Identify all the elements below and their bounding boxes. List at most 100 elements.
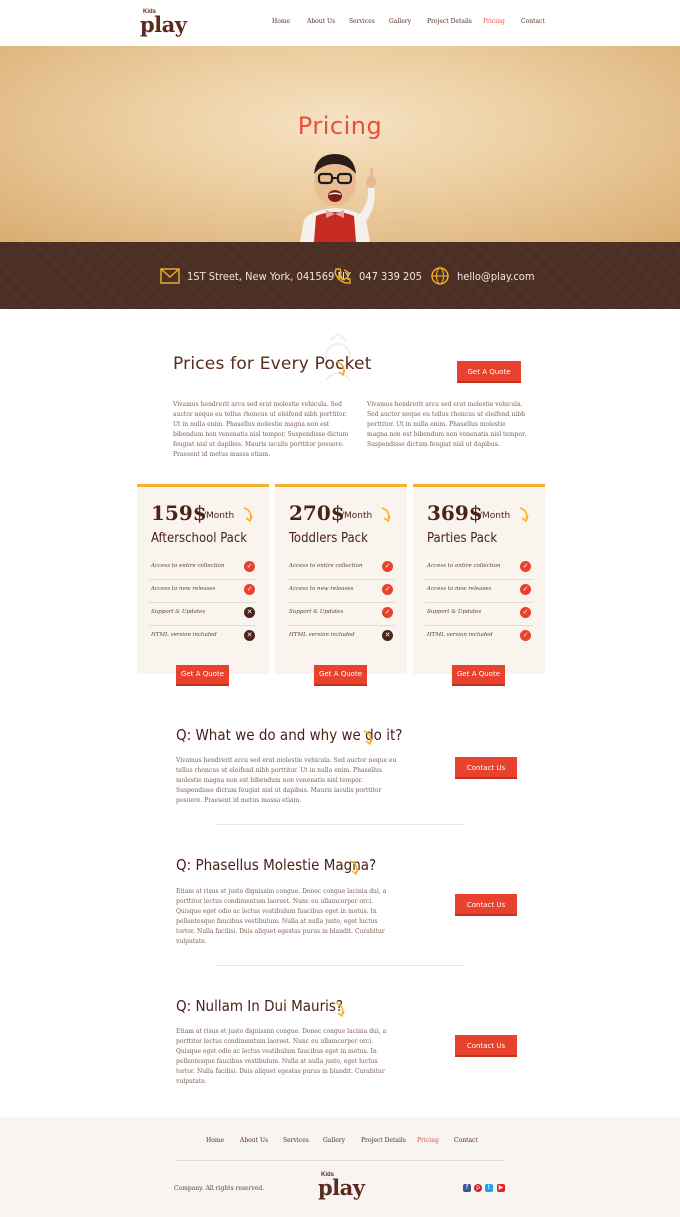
curved-arrow-icon [349, 860, 359, 876]
contact-us-button[interactable]: Contact Us [455, 1035, 517, 1057]
logo-word: play [318, 1175, 365, 1200]
phone-text: 047 339 205 [359, 269, 422, 283]
feature-label: Support & Updates [151, 609, 206, 615]
email-text: hello@play.com [457, 269, 535, 283]
divider [216, 965, 464, 966]
get-a-quote-button[interactable]: Get A Quote [314, 665, 367, 686]
feature-label: Access to new releases [427, 586, 492, 592]
hero-banner: Pricing [0, 46, 680, 242]
site-footer [0, 1117, 680, 1217]
pricing-card-toddlers: 270$ /Month Toddlers Pack Access to enti… [275, 484, 407, 686]
plan-name: Toddlers Pack [289, 531, 368, 546]
footer-divider [176, 1160, 504, 1161]
feature-label: HTML version included [151, 632, 217, 638]
nav-home[interactable]: Home [272, 18, 290, 25]
check-icon: ✓ [520, 630, 531, 641]
twitter-icon[interactable]: t [485, 1184, 493, 1192]
divider [216, 824, 464, 825]
get-a-quote-button[interactable]: Get A Quote [452, 665, 505, 686]
feature-row: HTML version included ✕ [287, 626, 395, 649]
footer-nav-project-details[interactable]: Project Details [361, 1137, 406, 1144]
nav-contact[interactable]: Contact [521, 18, 545, 25]
feature-row: HTML version included ✕ [149, 626, 257, 649]
curved-arrow-icon [335, 1002, 345, 1018]
copyright-text: Company. All rights reserved. [174, 1185, 265, 1192]
feature-row: Access to new releases ✓ [287, 580, 395, 603]
contact-email[interactable]: hello@play.com [430, 267, 534, 285]
plan-name: Afterschool Pack [151, 531, 248, 546]
plan-price: 270$ [289, 501, 345, 525]
feature-row: Access to entire collection ✓ [287, 557, 395, 580]
contact-us-button[interactable]: Contact Us [455, 894, 517, 916]
site-header: Kids play Home About Us Services Gallery… [0, 0, 680, 46]
check-icon: ✓ [244, 584, 255, 595]
feature-label: Support & Updates [289, 609, 344, 615]
feature-label: Access to new releases [151, 586, 216, 592]
plan-price: 159$ [151, 501, 207, 525]
globe-icon [431, 267, 449, 285]
footer-nav-home[interactable]: Home [206, 1137, 224, 1144]
footer-logo[interactable]: Kids play [318, 1172, 368, 1202]
feature-label: Access to entire collection [289, 563, 363, 569]
kid-photo-illustration [300, 154, 376, 242]
curved-arrow-icon [381, 507, 391, 523]
faq-question: Q: Nullam In Dui Mauris? [176, 997, 344, 1015]
footer-nav-gallery[interactable]: Gallery [323, 1137, 345, 1144]
faq-answer: Etiam at risus et justo dignissim congue… [176, 888, 387, 945]
curved-arrow-icon [363, 730, 373, 746]
envelope-icon [160, 268, 180, 284]
phone-icon [334, 268, 351, 284]
youtube-icon[interactable]: ▶ [497, 1184, 505, 1192]
feature-label: Access to entire collection [427, 563, 501, 569]
address-text: 1ST Street, New York, 041569 NY [187, 269, 351, 283]
get-a-quote-button[interactable]: Get A Quote [176, 665, 229, 686]
feature-row: Access to new releases ✓ [425, 580, 533, 603]
cross-icon: ✕ [382, 630, 393, 641]
feature-row: Access to entire collection ✓ [149, 557, 257, 580]
nav-gallery[interactable]: Gallery [389, 18, 411, 25]
check-icon: ✓ [382, 607, 393, 618]
check-icon: ✓ [382, 561, 393, 572]
plan-period: /Month [479, 511, 511, 521]
pinterest-icon[interactable]: p [474, 1184, 482, 1192]
nav-project-details[interactable]: Project Details [427, 18, 472, 25]
feature-label: Access to new releases [289, 586, 354, 592]
faq-answer: Vivamus hendrerit arcu sed erat molestie… [176, 757, 397, 804]
contact-us-button[interactable]: Contact Us [455, 757, 517, 779]
check-icon: ✓ [382, 584, 393, 595]
check-icon: ✓ [520, 561, 531, 572]
plan-name: Parties Pack [427, 531, 498, 546]
feature-label: HTML version included [289, 632, 355, 638]
plan-price: 369$ [427, 501, 483, 525]
contact-phone: 047 339 205 [332, 267, 422, 285]
pricing-card-parties: 369$ /Month Parties Pack Access to entir… [413, 484, 545, 686]
faq-answer: Etiam at risus et justo dignissim congue… [176, 1028, 387, 1085]
get-a-quote-button[interactable]: Get A Quote [457, 361, 521, 383]
page-title: Pricing [297, 112, 383, 140]
plan-period: /Month [203, 511, 235, 521]
plan-period: /Month [341, 511, 373, 521]
footer-nav-services[interactable]: Services [283, 1137, 309, 1144]
nav-pricing[interactable]: Pricing [483, 18, 505, 25]
nav-about-us[interactable]: About Us [307, 18, 335, 25]
check-icon: ✓ [520, 607, 531, 618]
contact-address: 1ST Street, New York, 041569 NY [160, 267, 351, 285]
feature-row: Support & Updates ✓ [425, 603, 533, 626]
cross-icon: ✕ [244, 607, 255, 618]
nav-services[interactable]: Services [349, 18, 375, 25]
footer-nav-about-us[interactable]: About Us [240, 1137, 268, 1144]
feature-row: Support & Updates ✓ [287, 603, 395, 626]
footer-nav-contact[interactable]: Contact [454, 1137, 478, 1144]
intro-paragraph-left: Vivamus hendrerit arcu sed erat molestie… [173, 401, 349, 458]
feature-row: Support & Updates ✕ [149, 603, 257, 626]
footer-nav-pricing[interactable]: Pricing [417, 1137, 439, 1144]
curved-arrow-icon [243, 507, 253, 523]
main-nav: Home About Us Services Gallery Project D… [0, 18, 680, 30]
cross-icon: ✕ [244, 630, 255, 641]
facebook-icon[interactable]: f [463, 1184, 471, 1192]
feature-row: HTML version included ✓ [425, 626, 533, 649]
contact-strip: 1ST Street, New York, 041569 NY 047 339 … [0, 242, 680, 309]
pricing-card-afterschool: 159$ /Month Afterschool Pack Access to e… [137, 484, 269, 686]
feature-label: HTML version included [427, 632, 493, 638]
feature-row: Access to new releases ✓ [149, 580, 257, 603]
